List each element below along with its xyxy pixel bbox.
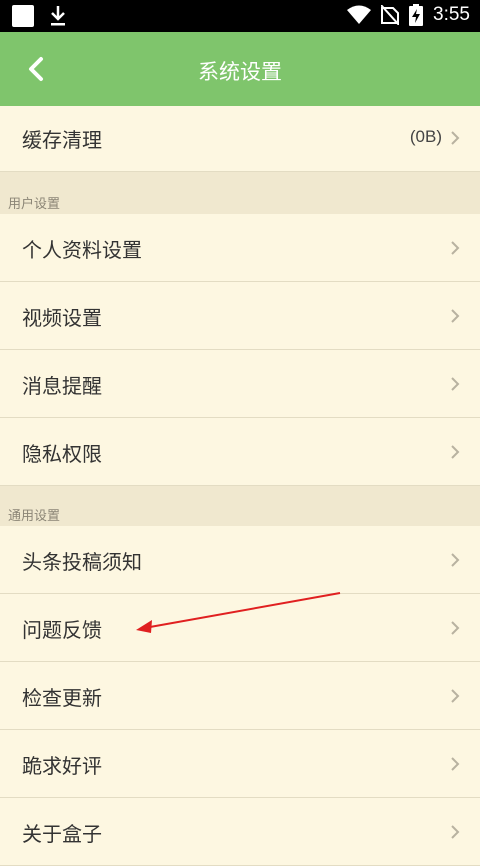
chevron-right-icon [451,241,460,255]
settings-row-submission-guide[interactable]: 头条投稿须知 [0,526,480,594]
settings-row-privacy[interactable]: 隐私权限 [0,418,480,486]
page-title: 系统设置 [198,60,282,84]
chevron-right-icon [451,757,460,771]
settings-row-check-update[interactable]: 检查更新 [0,662,480,730]
download-icon [51,6,65,26]
row-label: 隐私权限 [22,442,102,466]
section-label: 通用设置 [8,509,61,524]
chevron-right-icon [451,689,460,703]
row-label: 视频设置 [22,306,102,330]
row-label: 个人资料设置 [22,238,142,262]
section-label: 用户设置 [8,197,61,212]
section-header-general-settings: 通用设置 [0,486,480,526]
settings-row-notifications[interactable]: 消息提醒 [0,350,480,418]
status-bar: 3:55 [0,0,480,32]
wifi-icon [347,5,372,24]
row-label: 缓存清理 [22,128,102,152]
chevron-right-icon [451,621,460,635]
chevron-right-icon [451,309,460,323]
settings-row-feedback[interactable]: 问题反馈 [0,594,480,662]
settings-row-cache-clear[interactable]: 缓存清理 (0B) [0,106,480,172]
app-bar: 系统设置 [0,32,480,106]
notification-square-icon [12,5,34,27]
row-label: 关于盒子 [22,822,102,846]
chevron-right-icon [451,553,460,567]
clock: 3:55 [433,4,470,25]
row-label: 跪求好评 [22,754,102,778]
chevron-right-icon [451,377,460,391]
row-label: 检查更新 [22,686,102,710]
chevron-right-icon [451,825,460,839]
chevron-right-icon [451,445,460,459]
section-header-user-settings: 用户设置 [0,172,480,214]
settings-row-video[interactable]: 视频设置 [0,282,480,350]
no-sim-icon [381,5,400,25]
row-label: 问题反馈 [22,618,102,642]
settings-row-about[interactable]: 关于盒子 [0,798,480,866]
chevron-right-icon [451,131,460,145]
row-label: 头条投稿须知 [22,550,142,574]
row-label: 消息提醒 [22,374,102,398]
cache-size-value: (0B) [409,127,442,146]
settings-row-rate-app[interactable]: 跪求好评 [0,730,480,798]
settings-row-profile[interactable]: 个人资料设置 [0,214,480,282]
battery-charging-icon [409,4,424,26]
